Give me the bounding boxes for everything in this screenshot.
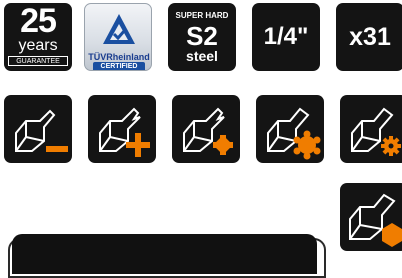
tuv-brand: TÜVRheinland xyxy=(88,52,150,62)
pozidriv-bit-icon xyxy=(183,107,233,155)
tuv-certified-badge: TÜVRheinland CERTIFIED xyxy=(84,3,152,71)
steel-material: steel xyxy=(186,48,218,64)
drive-size-badge: 1/4" xyxy=(252,3,320,71)
bit-type-pozidriv xyxy=(172,95,240,163)
bit-type-torx xyxy=(256,95,324,163)
guarantee-badge: 25 years GUARANTEE xyxy=(4,3,72,71)
piece-count-label: x31 xyxy=(349,23,391,51)
guarantee-number: 25 xyxy=(20,3,57,40)
tamper-torx-bit-icon xyxy=(351,107,401,156)
bit-type-tamper-torx xyxy=(340,95,402,163)
piece-count-badge: x31 xyxy=(336,3,402,71)
bit-type-hex xyxy=(340,183,402,251)
tuv-caption: CERTIFIED xyxy=(93,62,145,70)
steel-top-text: SUPER HARD xyxy=(175,11,229,20)
bit-case-tray xyxy=(12,234,317,274)
s2-steel-badge: SUPER HARD S2 steel xyxy=(168,3,236,71)
phillips-bit-icon xyxy=(99,107,150,157)
guarantee-caption: GUARANTEE xyxy=(16,58,60,65)
drive-size-label: 1/4" xyxy=(263,23,309,50)
steel-grade: S2 xyxy=(186,21,218,51)
bit-type-phillips xyxy=(88,95,156,163)
torx-bit-icon xyxy=(267,107,321,160)
slotted-bit-icon xyxy=(15,109,68,152)
hex-bit-icon xyxy=(349,193,402,247)
guarantee-word: years xyxy=(18,37,58,54)
bit-type-slotted xyxy=(4,95,72,163)
